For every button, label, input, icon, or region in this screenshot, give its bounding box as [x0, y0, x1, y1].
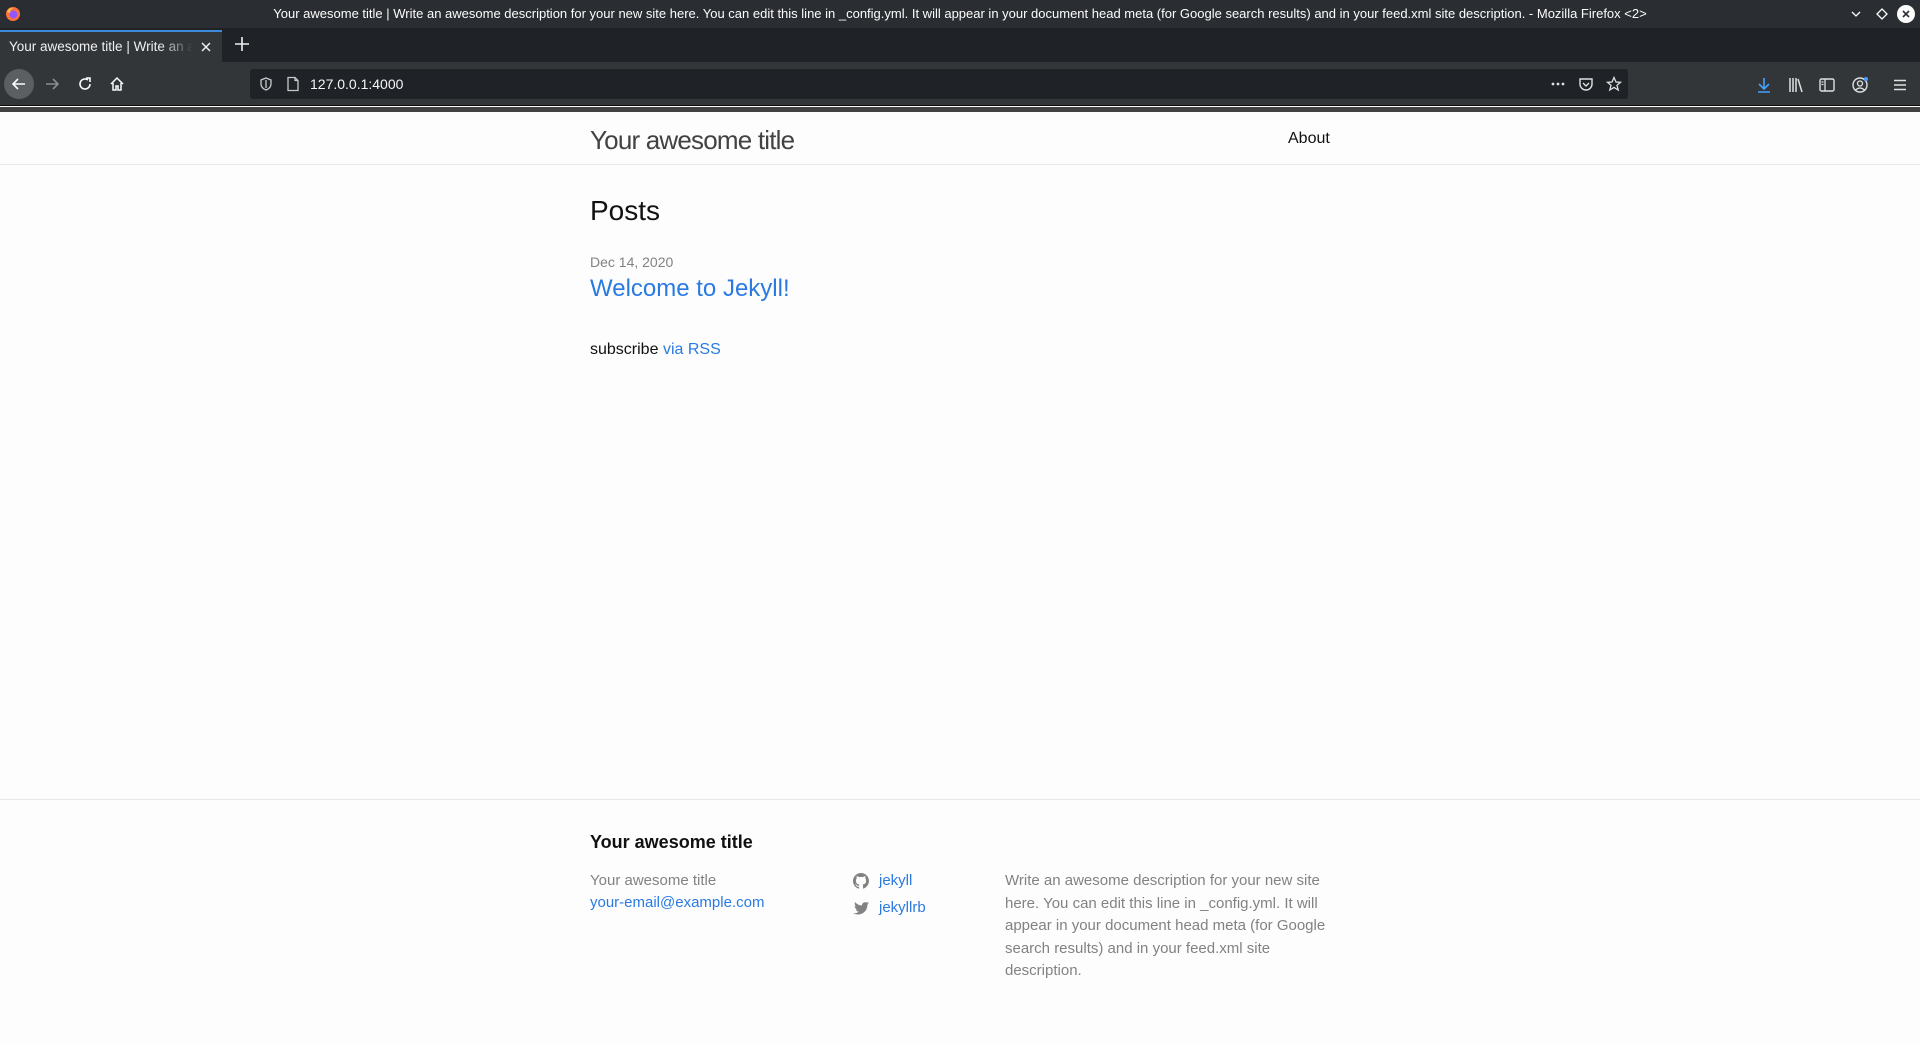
- pocket-icon[interactable]: [1578, 76, 1594, 92]
- subscribe-text: subscribe: [590, 341, 659, 358]
- subscribe-line: subscribe via RSS: [590, 341, 721, 359]
- window-title: Your awesome title | Write an awesome de…: [273, 6, 1647, 21]
- footer-contact: Your awesome title your-email@example.co…: [590, 870, 764, 914]
- nav-link-about[interactable]: About: [1288, 130, 1330, 148]
- github-link[interactable]: jekyll: [879, 872, 912, 889]
- menu-icon[interactable]: [1891, 76, 1909, 94]
- social-twitter: jekyllrb: [853, 899, 926, 916]
- sidebar-icon[interactable]: [1818, 76, 1836, 94]
- reload-button[interactable]: [70, 69, 100, 99]
- address-bar[interactable]: 127.0.0.1:4000: [250, 69, 1628, 99]
- page-viewport: Your awesome title About Posts Dec 14, 2…: [0, 107, 1920, 1044]
- github-icon: [853, 872, 869, 889]
- library-icon[interactable]: [1787, 76, 1805, 94]
- forward-button[interactable]: [37, 69, 67, 99]
- rss-link[interactable]: via RSS: [663, 341, 721, 358]
- home-icon: [110, 76, 124, 91]
- social-github: jekyll: [853, 872, 912, 889]
- footer-heading: Your awesome title: [590, 832, 753, 852]
- download-icon[interactable]: [1755, 76, 1773, 94]
- reload-icon: [79, 77, 91, 90]
- close-icon: [1902, 10, 1910, 18]
- account-icon[interactable]: [1851, 76, 1869, 94]
- footer-name: Your awesome title: [590, 872, 717, 889]
- back-button[interactable]: [4, 69, 34, 99]
- maximize-button[interactable]: [1872, 4, 1892, 24]
- footer-email-link[interactable]: your-email@example.com: [590, 892, 764, 914]
- footer-description: Write an awesome description for your ne…: [1005, 872, 1326, 979]
- post-link[interactable]: Welcome to Jekyll!: [590, 275, 790, 303]
- twitter-link[interactable]: jekyllrb: [879, 899, 926, 916]
- twitter-icon: [853, 901, 869, 914]
- tab-strip: Your awesome title | Write an awesome de…: [0, 28, 1920, 62]
- new-tab-icon[interactable]: [232, 34, 252, 54]
- post-list-heading: Posts: [590, 195, 661, 226]
- page-icon: [287, 76, 299, 92]
- post-date: Dec 14, 2020: [590, 254, 674, 270]
- close-tab-icon[interactable]: [198, 39, 214, 55]
- minimize-button[interactable]: [1846, 4, 1866, 24]
- more-actions-icon[interactable]: [1550, 76, 1566, 92]
- window-titlebar: Your awesome title | Write an awesome de…: [0, 0, 1920, 28]
- nav-toolbar: 127.0.0.1:4000: [0, 62, 1920, 106]
- bookmark-star-icon[interactable]: [1606, 76, 1622, 92]
- arrow-left-icon: [11, 78, 25, 90]
- site-title-link[interactable]: Your awesome title: [590, 125, 795, 156]
- shield-icon[interactable]: [258, 76, 274, 92]
- diamond-icon: [1876, 8, 1888, 20]
- url-text: 127.0.0.1:4000: [310, 76, 404, 92]
- home-button[interactable]: [102, 69, 132, 99]
- arrow-right-icon: [46, 78, 60, 90]
- close-window-button[interactable]: [1896, 4, 1916, 24]
- tab-active[interactable]: Your awesome title | Write an awesome de…: [0, 30, 222, 62]
- site-footer: Your awesome title Your awesome title yo…: [0, 799, 1920, 1044]
- tab-label: Your awesome title | Write an awesome de…: [9, 39, 193, 54]
- site-header: Your awesome title About: [0, 107, 1920, 165]
- chevron-down-icon: [1851, 11, 1861, 17]
